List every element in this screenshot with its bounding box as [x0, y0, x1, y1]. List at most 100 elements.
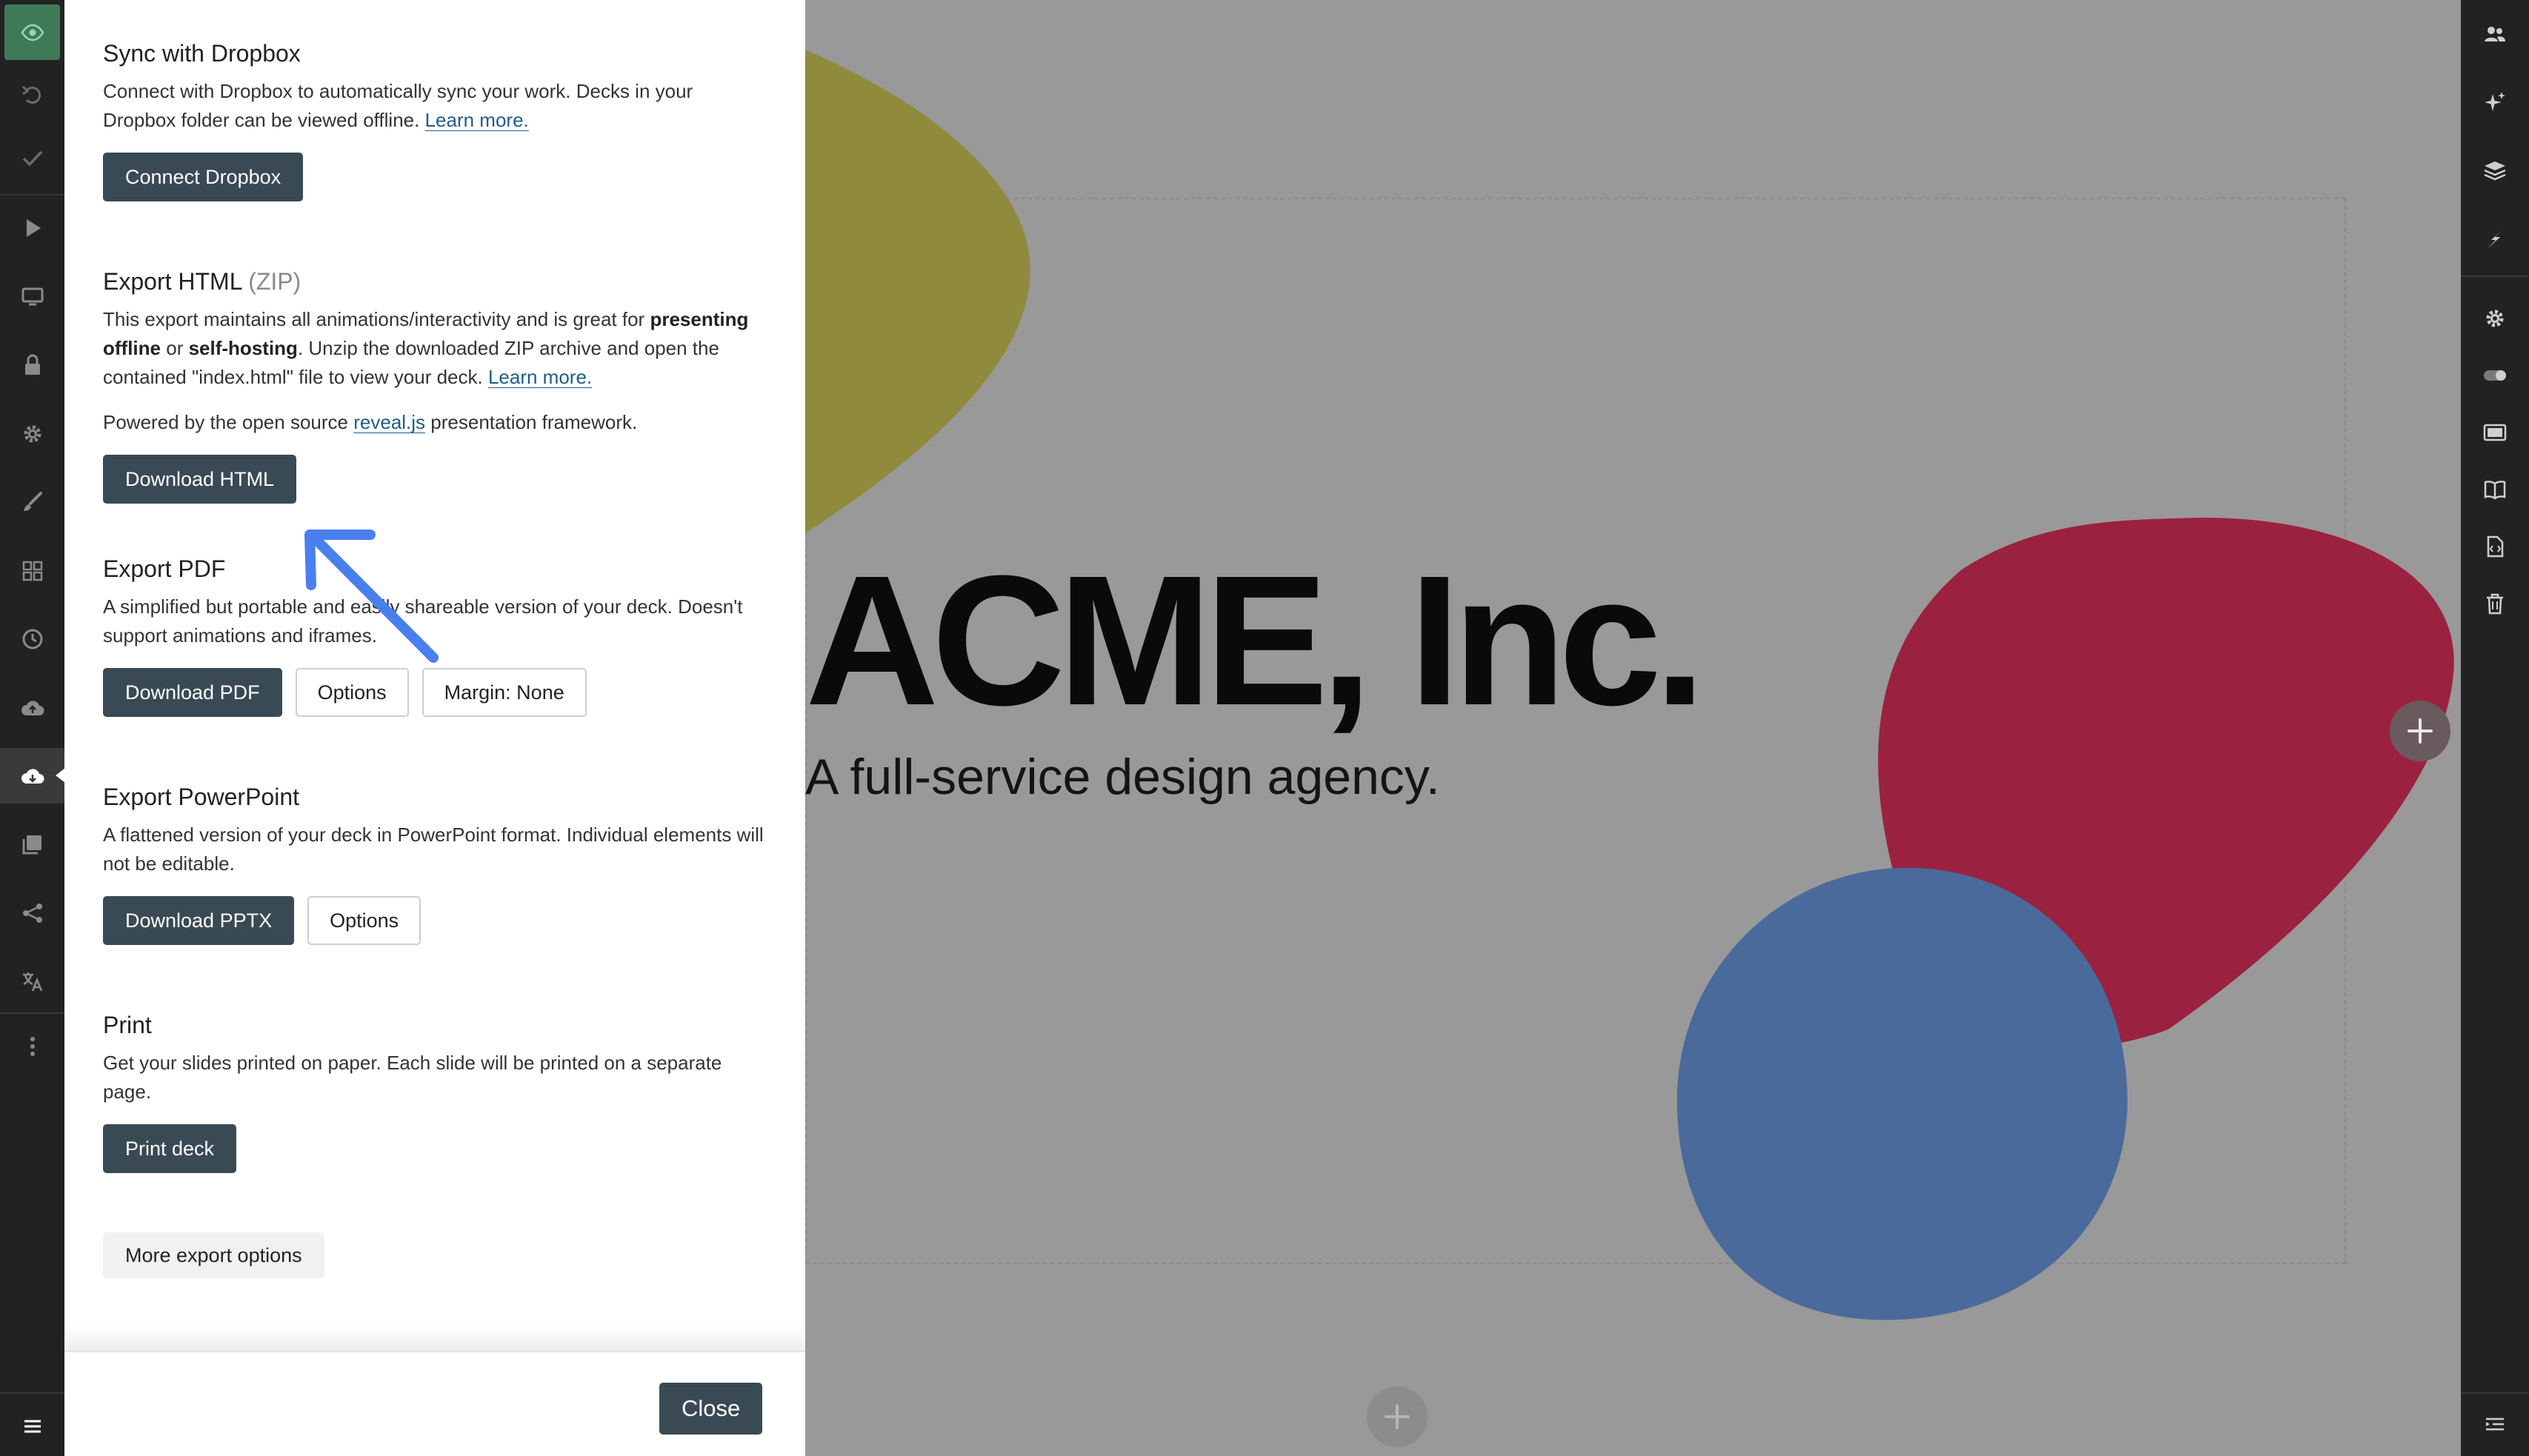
ai-button[interactable] — [2467, 74, 2523, 130]
main-menu-button[interactable] — [4, 1398, 60, 1454]
present-button[interactable] — [4, 200, 60, 256]
print-deck-button[interactable]: Print deck — [103, 1124, 237, 1173]
menu-icon — [24, 1420, 41, 1432]
speaker-notes-button[interactable] — [2467, 461, 2523, 518]
html-desc-bold-selfhosting: self-hosting — [188, 337, 298, 359]
powered-by-text: Powered by the open source reveal.js pre… — [103, 408, 770, 437]
toolbar-divider — [2461, 275, 2529, 277]
monitor-icon — [21, 287, 43, 305]
revisions-button[interactable] — [4, 611, 60, 667]
cloud-download-icon — [21, 768, 44, 784]
preview-button[interactable] — [4, 4, 60, 60]
export-pptx-section: Export PowerPoint A flattened version of… — [103, 782, 767, 945]
pdf-margin-button[interactable]: Margin: None — [422, 668, 587, 717]
developer-button[interactable] — [2467, 518, 2523, 575]
revealjs-link[interactable]: reveal.js — [353, 411, 425, 433]
translate-icon — [22, 972, 42, 991]
dropbox-section: Sync with Dropbox Connect with Dropbox t… — [103, 39, 767, 201]
dropbox-title: Sync with Dropbox — [103, 40, 301, 67]
lock-button[interactable] — [4, 337, 60, 393]
brush-icon — [23, 491, 42, 511]
export-html-section: Export HTML (ZIP) This export maintains … — [103, 267, 767, 504]
grid-icon — [22, 561, 42, 581]
media-button[interactable] — [4, 816, 60, 872]
toolbar-divider — [2461, 1392, 2529, 1394]
add-slide-right-button[interactable] — [2390, 701, 2450, 761]
lightning-icon — [2488, 230, 2502, 249]
export-html-description: This export maintains all animations/int… — [103, 305, 770, 392]
undo-button[interactable] — [4, 67, 60, 122]
add-slide-below-button[interactable] — [1367, 1386, 1427, 1447]
toggle-button[interactable] — [2467, 347, 2523, 404]
toolbar-divider — [0, 1012, 64, 1014]
media-library-icon — [22, 835, 41, 854]
check-icon — [22, 150, 42, 167]
right-toolbar — [2461, 0, 2529, 1456]
style-button[interactable] — [4, 474, 60, 530]
slide-title[interactable]: ACME, Inc. — [805, 548, 1706, 733]
annotation-arrow-icon — [304, 530, 439, 663]
download-pdf-button[interactable]: Download PDF — [103, 668, 282, 717]
undo-icon — [21, 85, 41, 104]
eye-icon — [21, 24, 44, 41]
dropbox-description-text: Connect with Dropbox to automatically sy… — [103, 80, 693, 131]
sparkle-icon — [2485, 92, 2505, 111]
display-button[interactable] — [4, 268, 60, 324]
plus-icon — [2408, 718, 2433, 744]
pdf-options-button[interactable]: Options — [295, 668, 409, 717]
collapse-panel-button[interactable] — [2467, 1396, 2523, 1452]
delete-slide-button[interactable] — [2467, 575, 2523, 632]
collapse-icon — [2486, 1417, 2504, 1431]
translate-button[interactable] — [4, 953, 60, 1009]
import-button[interactable] — [4, 680, 60, 735]
slide-subtitle[interactable]: A full-service design agency. — [805, 748, 1440, 806]
lock-icon — [24, 354, 40, 375]
toolbar-divider — [0, 194, 64, 196]
more-vertical-icon — [30, 1036, 35, 1056]
powered-prefix: Powered by the open source — [103, 411, 348, 433]
plus-icon — [1385, 1404, 1410, 1429]
print-section: Print Get your slides printed on paper. … — [103, 1010, 767, 1173]
slide-layout-icon — [2483, 424, 2507, 441]
html-learn-more-link[interactable]: Learn more. — [488, 366, 592, 388]
templates-button[interactable] — [4, 543, 60, 598]
blue-blob[interactable] — [1676, 866, 2135, 1329]
layers-button[interactable] — [2467, 142, 2523, 198]
export-panel: Sync with Dropbox Connect with Dropbox t… — [64, 0, 805, 1456]
powered-suffix: presentation framework. — [430, 411, 638, 433]
slide-settings-button[interactable] — [2467, 290, 2523, 347]
export-panel-content[interactable]: Sync with Dropbox Connect with Dropbox t… — [64, 0, 805, 1351]
dropbox-learn-more-link[interactable]: Learn more. — [425, 109, 529, 131]
more-export-options-button[interactable]: More export options — [103, 1232, 324, 1278]
settings-button[interactable] — [4, 406, 60, 461]
save-button[interactable] — [4, 130, 60, 185]
clock-icon — [22, 629, 42, 649]
more-button[interactable] — [4, 1018, 60, 1074]
dropbox-description: Connect with Dropbox to automatically sy… — [103, 77, 770, 135]
share-button[interactable] — [4, 885, 60, 941]
download-pptx-button[interactable]: Download PPTX — [103, 896, 295, 945]
export-button[interactable] — [0, 748, 65, 804]
play-icon — [26, 218, 41, 237]
connect-dropbox-button[interactable]: Connect Dropbox — [103, 153, 304, 201]
toolbar-divider — [0, 1392, 64, 1394]
export-html-title: Export HTML (ZIP) — [103, 267, 767, 296]
html-desc-or: or — [166, 337, 184, 359]
print-title: Print — [103, 1012, 152, 1038]
close-button[interactable]: Close — [659, 1383, 763, 1435]
left-toolbar — [0, 0, 65, 1456]
print-description: Get your slides printed on paper. Each s… — [103, 1052, 722, 1103]
download-html-button[interactable]: Download HTML — [103, 455, 297, 504]
export-html-title-text: Export HTML — [103, 268, 242, 295]
code-file-icon — [2487, 535, 2504, 558]
pptx-options-button[interactable]: Options — [307, 896, 422, 945]
html-desc-text: This export maintains all animations/int… — [103, 308, 645, 330]
animations-button[interactable] — [2467, 211, 2523, 267]
slide-layout-button[interactable] — [2467, 404, 2523, 461]
share-icon — [22, 903, 42, 923]
book-icon — [2484, 481, 2506, 500]
export-pptx-description: A flattened version of your deck in Powe… — [103, 824, 764, 875]
collaborators-button[interactable] — [2467, 6, 2523, 62]
zip-label: (ZIP) — [248, 268, 301, 295]
gear-icon — [2486, 310, 2504, 327]
